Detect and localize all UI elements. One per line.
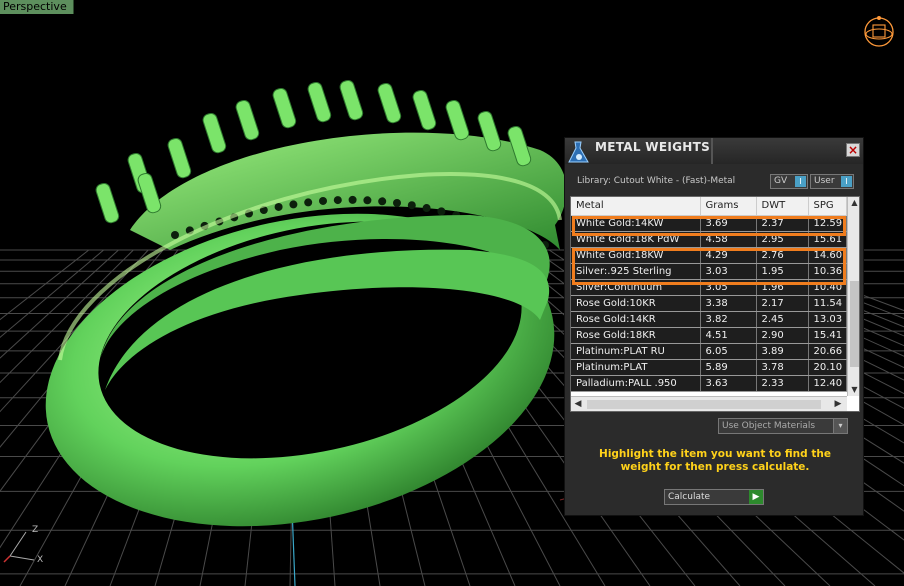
column-header-dwt[interactable]: DWT	[756, 197, 809, 216]
toggle-indicator-icon: I	[795, 176, 806, 187]
calculate-go-icon[interactable]: ▶	[749, 490, 763, 504]
horizontal-scroll-thumb[interactable]	[587, 400, 821, 409]
flask-logo-icon	[568, 141, 589, 163]
spg-cell[interactable]: 14.60	[808, 247, 847, 264]
user-toggle-label: User	[814, 176, 835, 186]
metal-cell[interactable]: White Gold:14KW	[571, 215, 701, 232]
table-row[interactable]: Rose Gold:18KR 4.51 2.90 15.41	[571, 327, 847, 344]
ring-model[interactable]	[16, 79, 583, 570]
axis-triad: Z X	[3, 525, 43, 565]
metal-cell[interactable]: Rose Gold:10KR	[571, 295, 701, 312]
table-row[interactable]: White Gold:14KW 3.69 2.37 12.59	[571, 215, 847, 232]
view-gizmo-icon[interactable]	[860, 12, 898, 50]
scroll-right-icon[interactable]: ▶	[831, 397, 845, 411]
dwt-cell[interactable]: 3.89	[756, 343, 809, 360]
horizontal-scrollbar[interactable]: ◀ ▶	[571, 396, 847, 411]
metal-weights-panel[interactable]: METAL WEIGHTS × Library: Cutout White - …	[564, 137, 864, 516]
spg-cell[interactable]: 10.40	[808, 279, 847, 296]
column-header-spg[interactable]: SPG	[808, 197, 847, 216]
dwt-cell[interactable]: 2.37	[756, 215, 809, 232]
triad-z-label: Z	[32, 525, 38, 535]
metals-table-container[interactable]: Metal Grams DWT SPG White Gold:14KW 3.69 2…	[570, 196, 860, 412]
table-row[interactable]: Rose Gold:14KR 3.82 2.45 13.03	[571, 311, 847, 328]
chevron-down-icon[interactable]: ▾	[833, 419, 847, 433]
table-row[interactable]: Platinum:PLAT 5.89 3.78 20.10	[571, 359, 847, 376]
metal-cell[interactable]: Silver:Continuum	[571, 279, 701, 296]
metal-cell[interactable]: Platinum:PLAT RU	[571, 343, 701, 360]
grams-cell[interactable]: 3.05	[700, 279, 757, 296]
metal-cell[interactable]: White Gold:18K PdW	[571, 231, 701, 248]
library-label: Library: Cutout White - (Fast)-Metal	[577, 176, 736, 186]
dwt-cell[interactable]: 2.17	[756, 295, 809, 312]
spg-cell[interactable]: 15.61	[808, 231, 847, 248]
scroll-down-icon[interactable]: ▼	[848, 384, 859, 396]
scroll-up-icon[interactable]: ▲	[848, 197, 859, 209]
panel-title: METAL WEIGHTS	[595, 140, 711, 154]
metal-cell[interactable]: Rose Gold:14KR	[571, 311, 701, 328]
gv-toggle[interactable]: GV I	[770, 174, 808, 189]
close-icon[interactable]: ×	[846, 143, 860, 157]
toggle-indicator-icon: I	[841, 176, 852, 187]
scroll-left-icon[interactable]: ◀	[571, 397, 585, 411]
table-row[interactable]: Silver:Continuum 3.05 1.96 10.40	[571, 279, 847, 296]
use-object-materials-label: Use Object Materials	[722, 421, 816, 431]
dwt-cell[interactable]: 1.96	[756, 279, 809, 296]
vertical-scrollbar[interactable]: ▲ ▼	[847, 197, 859, 396]
dwt-cell[interactable]: 3.78	[756, 359, 809, 376]
spg-cell[interactable]: 13.03	[808, 311, 847, 328]
dwt-cell[interactable]: 1.95	[756, 263, 809, 280]
vertical-scroll-thumb[interactable]	[850, 281, 859, 367]
grams-cell[interactable]: 3.63	[700, 375, 757, 392]
calculate-control[interactable]: Calculate ▶	[664, 489, 764, 505]
grams-cell[interactable]: 3.38	[700, 295, 757, 312]
spg-cell[interactable]: 15.41	[808, 327, 847, 344]
panel-titlebar[interactable]: METAL WEIGHTS ×	[565, 138, 863, 164]
dwt-cell[interactable]: 2.45	[756, 311, 809, 328]
table-header-row: Metal Grams DWT SPG	[571, 197, 847, 216]
grams-cell[interactable]: 4.58	[700, 231, 757, 248]
spg-cell[interactable]: 12.59	[808, 215, 847, 232]
column-header-grams[interactable]: Grams	[700, 197, 757, 216]
grams-cell[interactable]: 6.05	[700, 343, 757, 360]
title-divider	[711, 138, 713, 164]
table-row[interactable]: White Gold:18KW 4.29 2.76 14.60	[571, 247, 847, 264]
grams-cell[interactable]: 3.03	[700, 263, 757, 280]
spg-cell[interactable]: 12.40	[808, 375, 847, 392]
table-row[interactable]: Platinum:PLAT RU 6.05 3.89 20.66	[571, 343, 847, 360]
table-row[interactable]: White Gold:18K PdW 4.58 2.95 15.61	[571, 231, 847, 248]
grams-cell[interactable]: 4.51	[700, 327, 757, 344]
dwt-cell[interactable]: 2.33	[756, 375, 809, 392]
grams-cell[interactable]: 5.89	[700, 359, 757, 376]
spg-cell[interactable]: 20.10	[808, 359, 847, 376]
metal-cell[interactable]: Platinum:PLAT	[571, 359, 701, 376]
dwt-cell[interactable]: 2.95	[756, 231, 809, 248]
dwt-cell[interactable]: 2.90	[756, 327, 809, 344]
table-row[interactable]: Silver:.925 Sterling 3.03 1.95 10.36	[571, 263, 847, 280]
metal-cell[interactable]: White Gold:18KW	[571, 247, 701, 264]
grams-cell[interactable]: 4.29	[700, 247, 757, 264]
user-toggle[interactable]: User I	[810, 174, 854, 189]
metal-cell[interactable]: Rose Gold:18KR	[571, 327, 701, 344]
grams-cell[interactable]: 3.82	[700, 311, 757, 328]
calculate-label: Calculate	[668, 492, 711, 502]
column-header-metal[interactable]: Metal	[571, 197, 701, 216]
viewport-mode-label[interactable]: Perspective	[0, 0, 74, 14]
spg-cell[interactable]: 20.66	[808, 343, 847, 360]
metal-cell[interactable]: Silver:.925 Sterling	[571, 263, 701, 280]
grams-cell[interactable]: 3.69	[700, 215, 757, 232]
instructions-text: Highlight the item you want to find the …	[599, 448, 831, 473]
use-object-materials-select[interactable]: Use Object Materials ▾	[718, 418, 848, 434]
triad-x-label: X	[37, 555, 43, 565]
table-row[interactable]: Palladium:PALL .950 3.63 2.33 12.40	[571, 375, 847, 392]
table-row[interactable]: Rose Gold:10KR 3.38 2.17 11.54	[571, 295, 847, 312]
gv-toggle-label: GV	[774, 176, 788, 186]
spg-cell[interactable]: 10.36	[808, 263, 847, 280]
metals-table[interactable]: Metal Grams DWT SPG White Gold:14KW 3.69 2…	[571, 197, 847, 392]
metal-cell[interactable]: Palladium:PALL .950	[571, 375, 701, 392]
spg-cell[interactable]: 11.54	[808, 295, 847, 312]
dwt-cell[interactable]: 2.76	[756, 247, 809, 264]
